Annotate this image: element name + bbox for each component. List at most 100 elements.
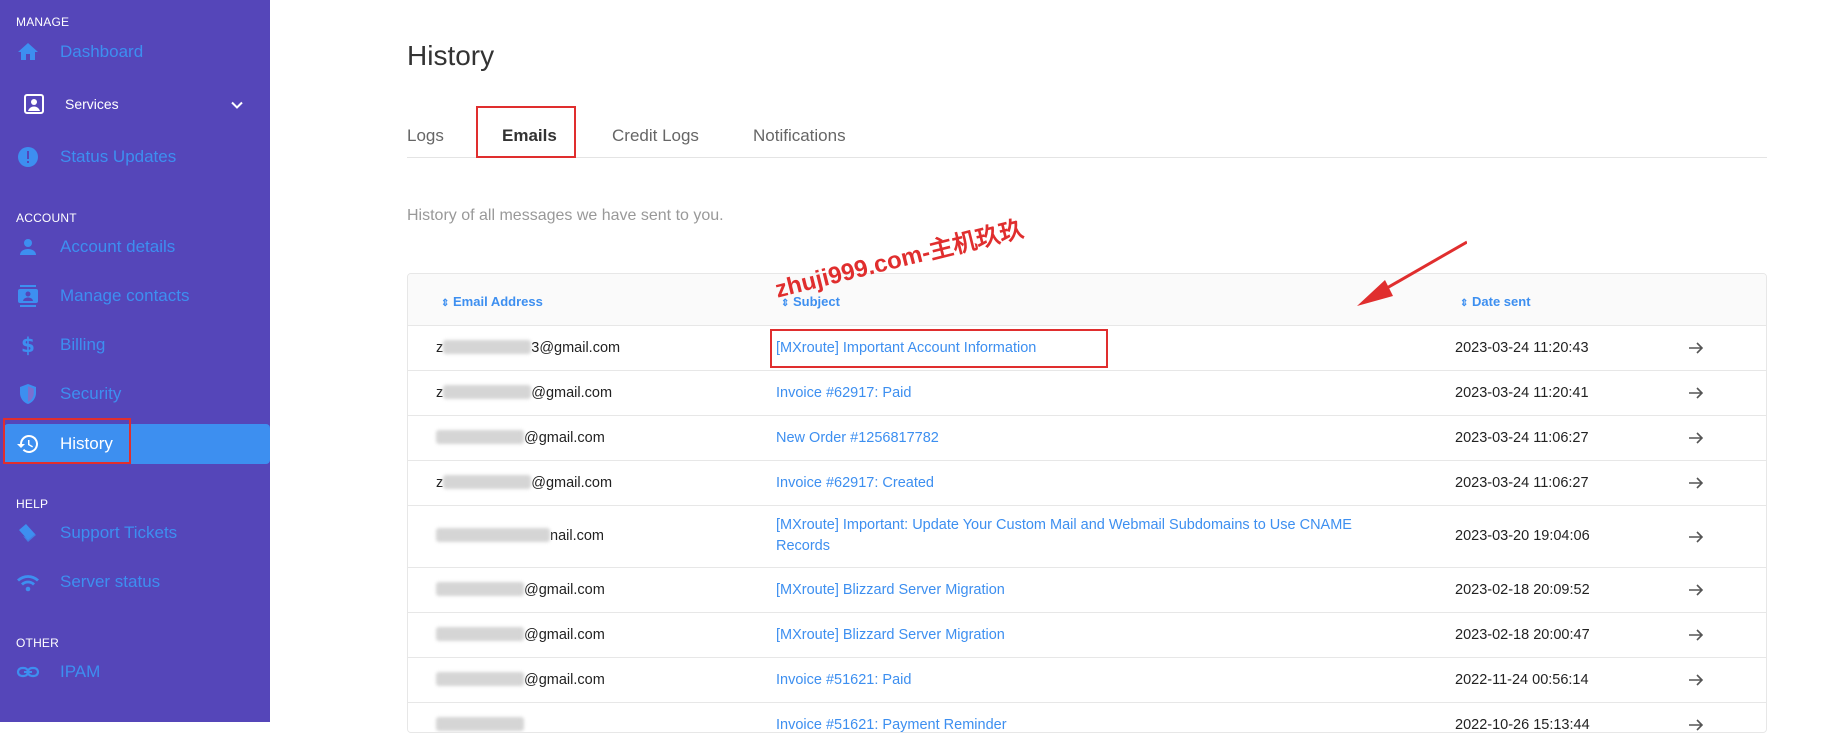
section-label-other: OTHER	[16, 636, 59, 650]
date-sent: 2022-11-24 00:56:14	[1455, 672, 1589, 688]
table-row[interactable]: @gmail.com Invoice #51621: Paid 2022-11-…	[408, 658, 1766, 703]
sidebar-item-billing[interactable]: $ Billing	[0, 325, 270, 365]
section-label-account: ACCOUNT	[16, 211, 77, 225]
email-subject-link[interactable]: Invoice #62917: Created	[776, 473, 1376, 494]
arrow-right-icon[interactable]	[1686, 338, 1706, 358]
table-row[interactable]: @gmail.com [MXroute] Blizzard Server Mig…	[408, 613, 1766, 658]
column-header-date-sent[interactable]: ⇕ Date sent	[1460, 294, 1531, 309]
contacts-icon	[16, 284, 40, 308]
sidebar-item-label: IPAM	[60, 662, 101, 681]
table-header: ⇕ Email Address ⇕ Subject ⇕ Date sent	[408, 274, 1766, 326]
chevron-down-icon[interactable]	[230, 98, 244, 112]
email-address: @gmail.com	[436, 582, 605, 598]
table-row[interactable]: z @gmail.com Invoice #62917: Paid 2023-03…	[408, 371, 1766, 416]
email-address: @gmail.com	[436, 430, 605, 446]
tab-emails[interactable]: Emails	[502, 126, 557, 146]
sidebar-item-manage-contacts[interactable]: Manage contacts	[0, 276, 270, 316]
email-subject-link[interactable]: Invoice #51621: Payment Reminder	[776, 715, 1376, 732]
home-icon	[16, 40, 40, 64]
sidebar-item-ipam[interactable]: IPAM	[0, 652, 270, 692]
tab-notifications[interactable]: Notifications	[753, 126, 846, 146]
sidebar-item-label: Status Updates	[60, 147, 177, 166]
email-subject-link[interactable]: Invoice #62917: Paid	[776, 383, 1376, 404]
date-sent: 2023-03-24 11:20:41	[1455, 385, 1589, 401]
svg-text:$: $	[21, 333, 35, 357]
tab-credit-logs[interactable]: Credit Logs	[612, 126, 699, 146]
email-subject-link[interactable]: [MXroute] Important Account Information	[776, 338, 1376, 359]
arrow-right-icon[interactable]	[1686, 383, 1706, 403]
redacted-blur	[436, 582, 524, 596]
wifi-icon	[16, 570, 40, 594]
arrow-right-icon[interactable]	[1686, 670, 1706, 690]
alert-circle-icon	[16, 145, 40, 169]
arrow-right-icon[interactable]	[1686, 428, 1706, 448]
email-subject-link[interactable]: [MXroute] Blizzard Server Migration	[776, 580, 1376, 601]
sidebar-item-account-details[interactable]: Account details	[0, 227, 270, 267]
sidebar-item-history[interactable]: History	[4, 424, 270, 464]
redacted-blur	[443, 385, 532, 399]
account-box-icon	[22, 92, 46, 116]
column-header-email[interactable]: ⇕ Email Address	[441, 294, 543, 309]
date-sent: 2022-10-26 15:13:44	[1455, 717, 1590, 733]
sidebar-item-label: Services	[65, 96, 119, 112]
redacted-blur	[436, 430, 524, 444]
sidebar-item-dashboard[interactable]: Dashboard	[0, 32, 270, 72]
email-subject-link[interactable]: [MXroute] Blizzard Server Migration	[776, 625, 1376, 646]
date-sent: 2023-02-18 20:00:47	[1455, 627, 1590, 643]
table-row[interactable]: nail.com [MXroute] Important: Update You…	[408, 506, 1766, 568]
arrow-right-icon[interactable]	[1686, 625, 1706, 645]
table-row[interactable]: z @gmail.com Invoice #62917: Created 2023…	[408, 461, 1766, 506]
redacted-blur	[436, 717, 524, 731]
sidebar-item-label: History	[60, 434, 113, 453]
arrow-right-icon[interactable]	[1686, 715, 1706, 732]
sidebar-item-label: Billing	[60, 335, 106, 354]
sidebar-item-label: Support Tickets	[60, 523, 178, 542]
tab-logs[interactable]: Logs	[407, 126, 444, 146]
main-content: History Logs Emails Credit Logs Notifica…	[270, 0, 1837, 733]
arrow-right-icon[interactable]	[1686, 580, 1706, 600]
date-sent: 2023-03-24 11:06:27	[1455, 475, 1589, 491]
redacted-blur	[436, 627, 524, 641]
redacted-blur	[436, 672, 524, 686]
email-address: @gmail.com	[436, 627, 605, 643]
redacted-blur	[443, 475, 532, 489]
date-sent: 2023-02-18 20:09:52	[1455, 582, 1590, 598]
sidebar-item-security[interactable]: Security	[0, 374, 270, 414]
email-address	[436, 717, 524, 732]
section-label-help: HELP	[16, 497, 49, 511]
table-row[interactable]: @gmail.com New Order #1256817782 2023-03…	[408, 416, 1766, 461]
sidebar-item-label: Manage contacts	[60, 286, 190, 305]
email-subject-link[interactable]: Invoice #51621: Paid	[776, 670, 1376, 691]
redacted-blur	[443, 340, 532, 354]
table-row[interactable]: z 3@gmail.com [MXroute] Important Account…	[408, 326, 1766, 371]
history-icon	[16, 432, 40, 456]
dollar-icon: $	[16, 333, 40, 357]
sidebar-item-label: Account details	[60, 237, 176, 256]
arrow-right-icon[interactable]	[1686, 473, 1706, 493]
shield-icon	[16, 382, 40, 406]
sidebar-item-server-status[interactable]: Server status	[0, 562, 270, 602]
email-address: nail.com	[436, 528, 604, 544]
sidebar-item-status-updates[interactable]: Status Updates	[0, 137, 270, 177]
sidebar-item-label: Dashboard	[60, 42, 144, 61]
arrow-right-icon[interactable]	[1686, 527, 1706, 547]
tickets-icon	[16, 521, 40, 545]
email-subject-link[interactable]: [MXroute] Important: Update Your Custom …	[776, 515, 1376, 557]
sidebar: MANAGE Dashboard Services Status Updates…	[0, 0, 270, 722]
sidebar-item-services[interactable]: Services	[0, 84, 270, 124]
email-address: z @gmail.com	[436, 385, 613, 401]
sidebar-item-label: Security	[60, 384, 122, 403]
sidebar-item-label: Server status	[60, 572, 161, 591]
annotation-arrow-icon	[1357, 240, 1467, 306]
email-history-table: ⇕ Email Address ⇕ Subject ⇕ Date sent z 3@gm…	[407, 273, 1767, 733]
table-row[interactable]: Invoice #51621: Payment Reminder 2022-10…	[408, 703, 1766, 733]
email-subject-link[interactable]: New Order #1256817782	[776, 428, 1376, 449]
sidebar-item-support-tickets[interactable]: Support Tickets	[0, 513, 270, 553]
tab-bar: Logs Emails Credit Logs Notifications	[407, 106, 1767, 158]
sort-icon: ⇕	[441, 298, 450, 309]
link-icon	[16, 660, 40, 684]
email-address: @gmail.com	[436, 672, 605, 688]
date-sent: 2023-03-24 11:20:43	[1455, 340, 1589, 356]
section-label-manage: MANAGE	[16, 15, 70, 29]
table-row[interactable]: @gmail.com [MXroute] Blizzard Server Mig…	[408, 568, 1766, 613]
